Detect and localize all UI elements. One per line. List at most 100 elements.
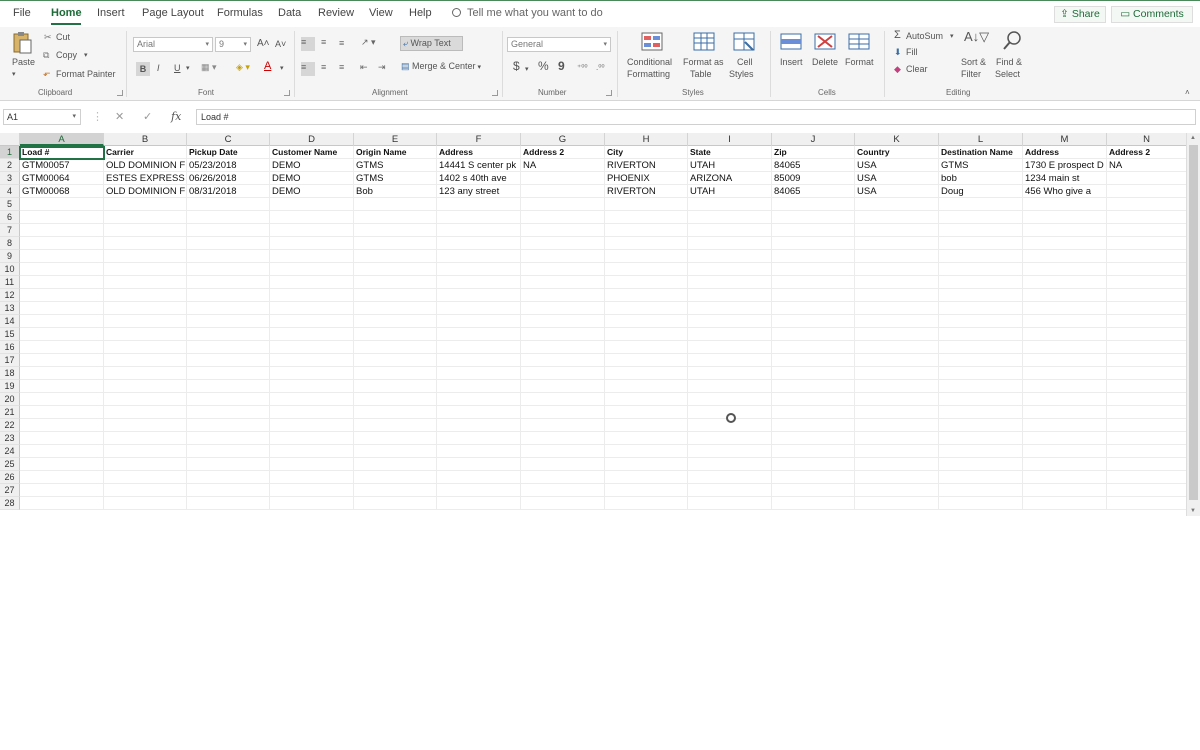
- cell-j10[interactable]: [772, 263, 855, 276]
- cell-j22[interactable]: [772, 419, 855, 432]
- cell-f5[interactable]: [437, 198, 521, 211]
- cell-a27[interactable]: [20, 484, 104, 497]
- row-header[interactable]: 7: [0, 224, 20, 237]
- cell-k10[interactable]: [855, 263, 939, 276]
- cell-d6[interactable]: [270, 211, 354, 224]
- cell-f19[interactable]: [437, 380, 521, 393]
- cell-g5[interactable]: [521, 198, 605, 211]
- cell-f11[interactable]: [437, 276, 521, 289]
- cell-a16[interactable]: [20, 341, 104, 354]
- row-header[interactable]: 23: [0, 432, 20, 445]
- cell-k21[interactable]: [855, 406, 939, 419]
- italic-button[interactable]: I: [157, 63, 160, 74]
- cell-i6[interactable]: [688, 211, 772, 224]
- cell-f13[interactable]: [437, 302, 521, 315]
- paste-dropdown-icon[interactable]: ▾: [12, 69, 16, 80]
- row-header[interactable]: 12: [0, 289, 20, 302]
- cell-d8[interactable]: [270, 237, 354, 250]
- cell-h12[interactable]: [605, 289, 688, 302]
- scrollbar-thumb[interactable]: [1189, 145, 1198, 500]
- cell-m28[interactable]: [1023, 497, 1107, 510]
- cell-c14[interactable]: [187, 315, 270, 328]
- cell-j17[interactable]: [772, 354, 855, 367]
- cell-g27[interactable]: [521, 484, 605, 497]
- tab-formulas[interactable]: Formulas: [217, 7, 263, 19]
- cell-j14[interactable]: [772, 315, 855, 328]
- cell-d21[interactable]: [270, 406, 354, 419]
- cell-i27[interactable]: [688, 484, 772, 497]
- cancel-icon[interactable]: ✕: [115, 110, 124, 123]
- row-header[interactable]: 3: [0, 172, 20, 185]
- column-header-b[interactable]: B: [104, 133, 187, 146]
- cell-e5[interactable]: [354, 198, 437, 211]
- cell-n12[interactable]: [1107, 289, 1186, 302]
- cell-l4[interactable]: Doug: [939, 185, 1023, 198]
- cell-m6[interactable]: [1023, 211, 1107, 224]
- cell-m22[interactable]: [1023, 419, 1107, 432]
- row-header[interactable]: 10: [0, 263, 20, 276]
- cell-a23[interactable]: [20, 432, 104, 445]
- align-right-icon[interactable]: ≡: [339, 62, 344, 73]
- cell-g3[interactable]: [521, 172, 605, 185]
- cell-c18[interactable]: [187, 367, 270, 380]
- bold-button[interactable]: B: [136, 62, 150, 76]
- cell-l14[interactable]: [939, 315, 1023, 328]
- cell-h23[interactable]: [605, 432, 688, 445]
- insert-cells-icon[interactable]: [780, 32, 802, 52]
- row-header[interactable]: 16: [0, 341, 20, 354]
- cell-d23[interactable]: [270, 432, 354, 445]
- cell-d22[interactable]: [270, 419, 354, 432]
- cell-g1[interactable]: Address 2: [521, 146, 605, 159]
- cell-e8[interactable]: [354, 237, 437, 250]
- cell-l15[interactable]: [939, 328, 1023, 341]
- cell-a26[interactable]: [20, 471, 104, 484]
- cell-m25[interactable]: [1023, 458, 1107, 471]
- cell-k23[interactable]: [855, 432, 939, 445]
- cell-g14[interactable]: [521, 315, 605, 328]
- cell-n17[interactable]: [1107, 354, 1186, 367]
- cell-c27[interactable]: [187, 484, 270, 497]
- cell-k20[interactable]: [855, 393, 939, 406]
- cell-h19[interactable]: [605, 380, 688, 393]
- cell-a15[interactable]: [20, 328, 104, 341]
- cell-h21[interactable]: [605, 406, 688, 419]
- cell-m5[interactable]: [1023, 198, 1107, 211]
- insert-function-icon[interactable]: fx: [171, 110, 181, 123]
- tab-page-layout[interactable]: Page Layout: [142, 7, 204, 19]
- cell-n6[interactable]: [1107, 211, 1186, 224]
- orientation-icon[interactable]: ↗ ▾: [361, 37, 376, 48]
- cell-c6[interactable]: [187, 211, 270, 224]
- column-header-i[interactable]: I: [688, 133, 772, 146]
- cell-d24[interactable]: [270, 445, 354, 458]
- cell-e2[interactable]: GTMS: [354, 159, 437, 172]
- cell-g13[interactable]: [521, 302, 605, 315]
- cell-i16[interactable]: [688, 341, 772, 354]
- cell-g19[interactable]: [521, 380, 605, 393]
- cell-h15[interactable]: [605, 328, 688, 341]
- font-name-select[interactable]: Arial ▾: [133, 37, 213, 52]
- grow-font-icon[interactable]: A˄: [257, 38, 270, 49]
- cell-g22[interactable]: [521, 419, 605, 432]
- cell-i12[interactable]: [688, 289, 772, 302]
- cell-a24[interactable]: [20, 445, 104, 458]
- cell-b1[interactable]: Carrier: [104, 146, 187, 159]
- cell-g15[interactable]: [521, 328, 605, 341]
- cell-e3[interactable]: GTMS: [354, 172, 437, 185]
- cell-m20[interactable]: [1023, 393, 1107, 406]
- cell-j23[interactable]: [772, 432, 855, 445]
- cell-j4[interactable]: 84065: [772, 185, 855, 198]
- cell-g16[interactable]: [521, 341, 605, 354]
- find-select-label-2[interactable]: Select: [995, 69, 1020, 80]
- align-left-icon[interactable]: ≡: [301, 62, 315, 76]
- cell-a19[interactable]: [20, 380, 104, 393]
- cell-k22[interactable]: [855, 419, 939, 432]
- cell-l12[interactable]: [939, 289, 1023, 302]
- cell-c19[interactable]: [187, 380, 270, 393]
- cell-d5[interactable]: [270, 198, 354, 211]
- cell-h10[interactable]: [605, 263, 688, 276]
- cell-h7[interactable]: [605, 224, 688, 237]
- cell-n20[interactable]: [1107, 393, 1186, 406]
- cell-l24[interactable]: [939, 445, 1023, 458]
- cell-b5[interactable]: [104, 198, 187, 211]
- insert-cells-label[interactable]: Insert: [780, 57, 803, 68]
